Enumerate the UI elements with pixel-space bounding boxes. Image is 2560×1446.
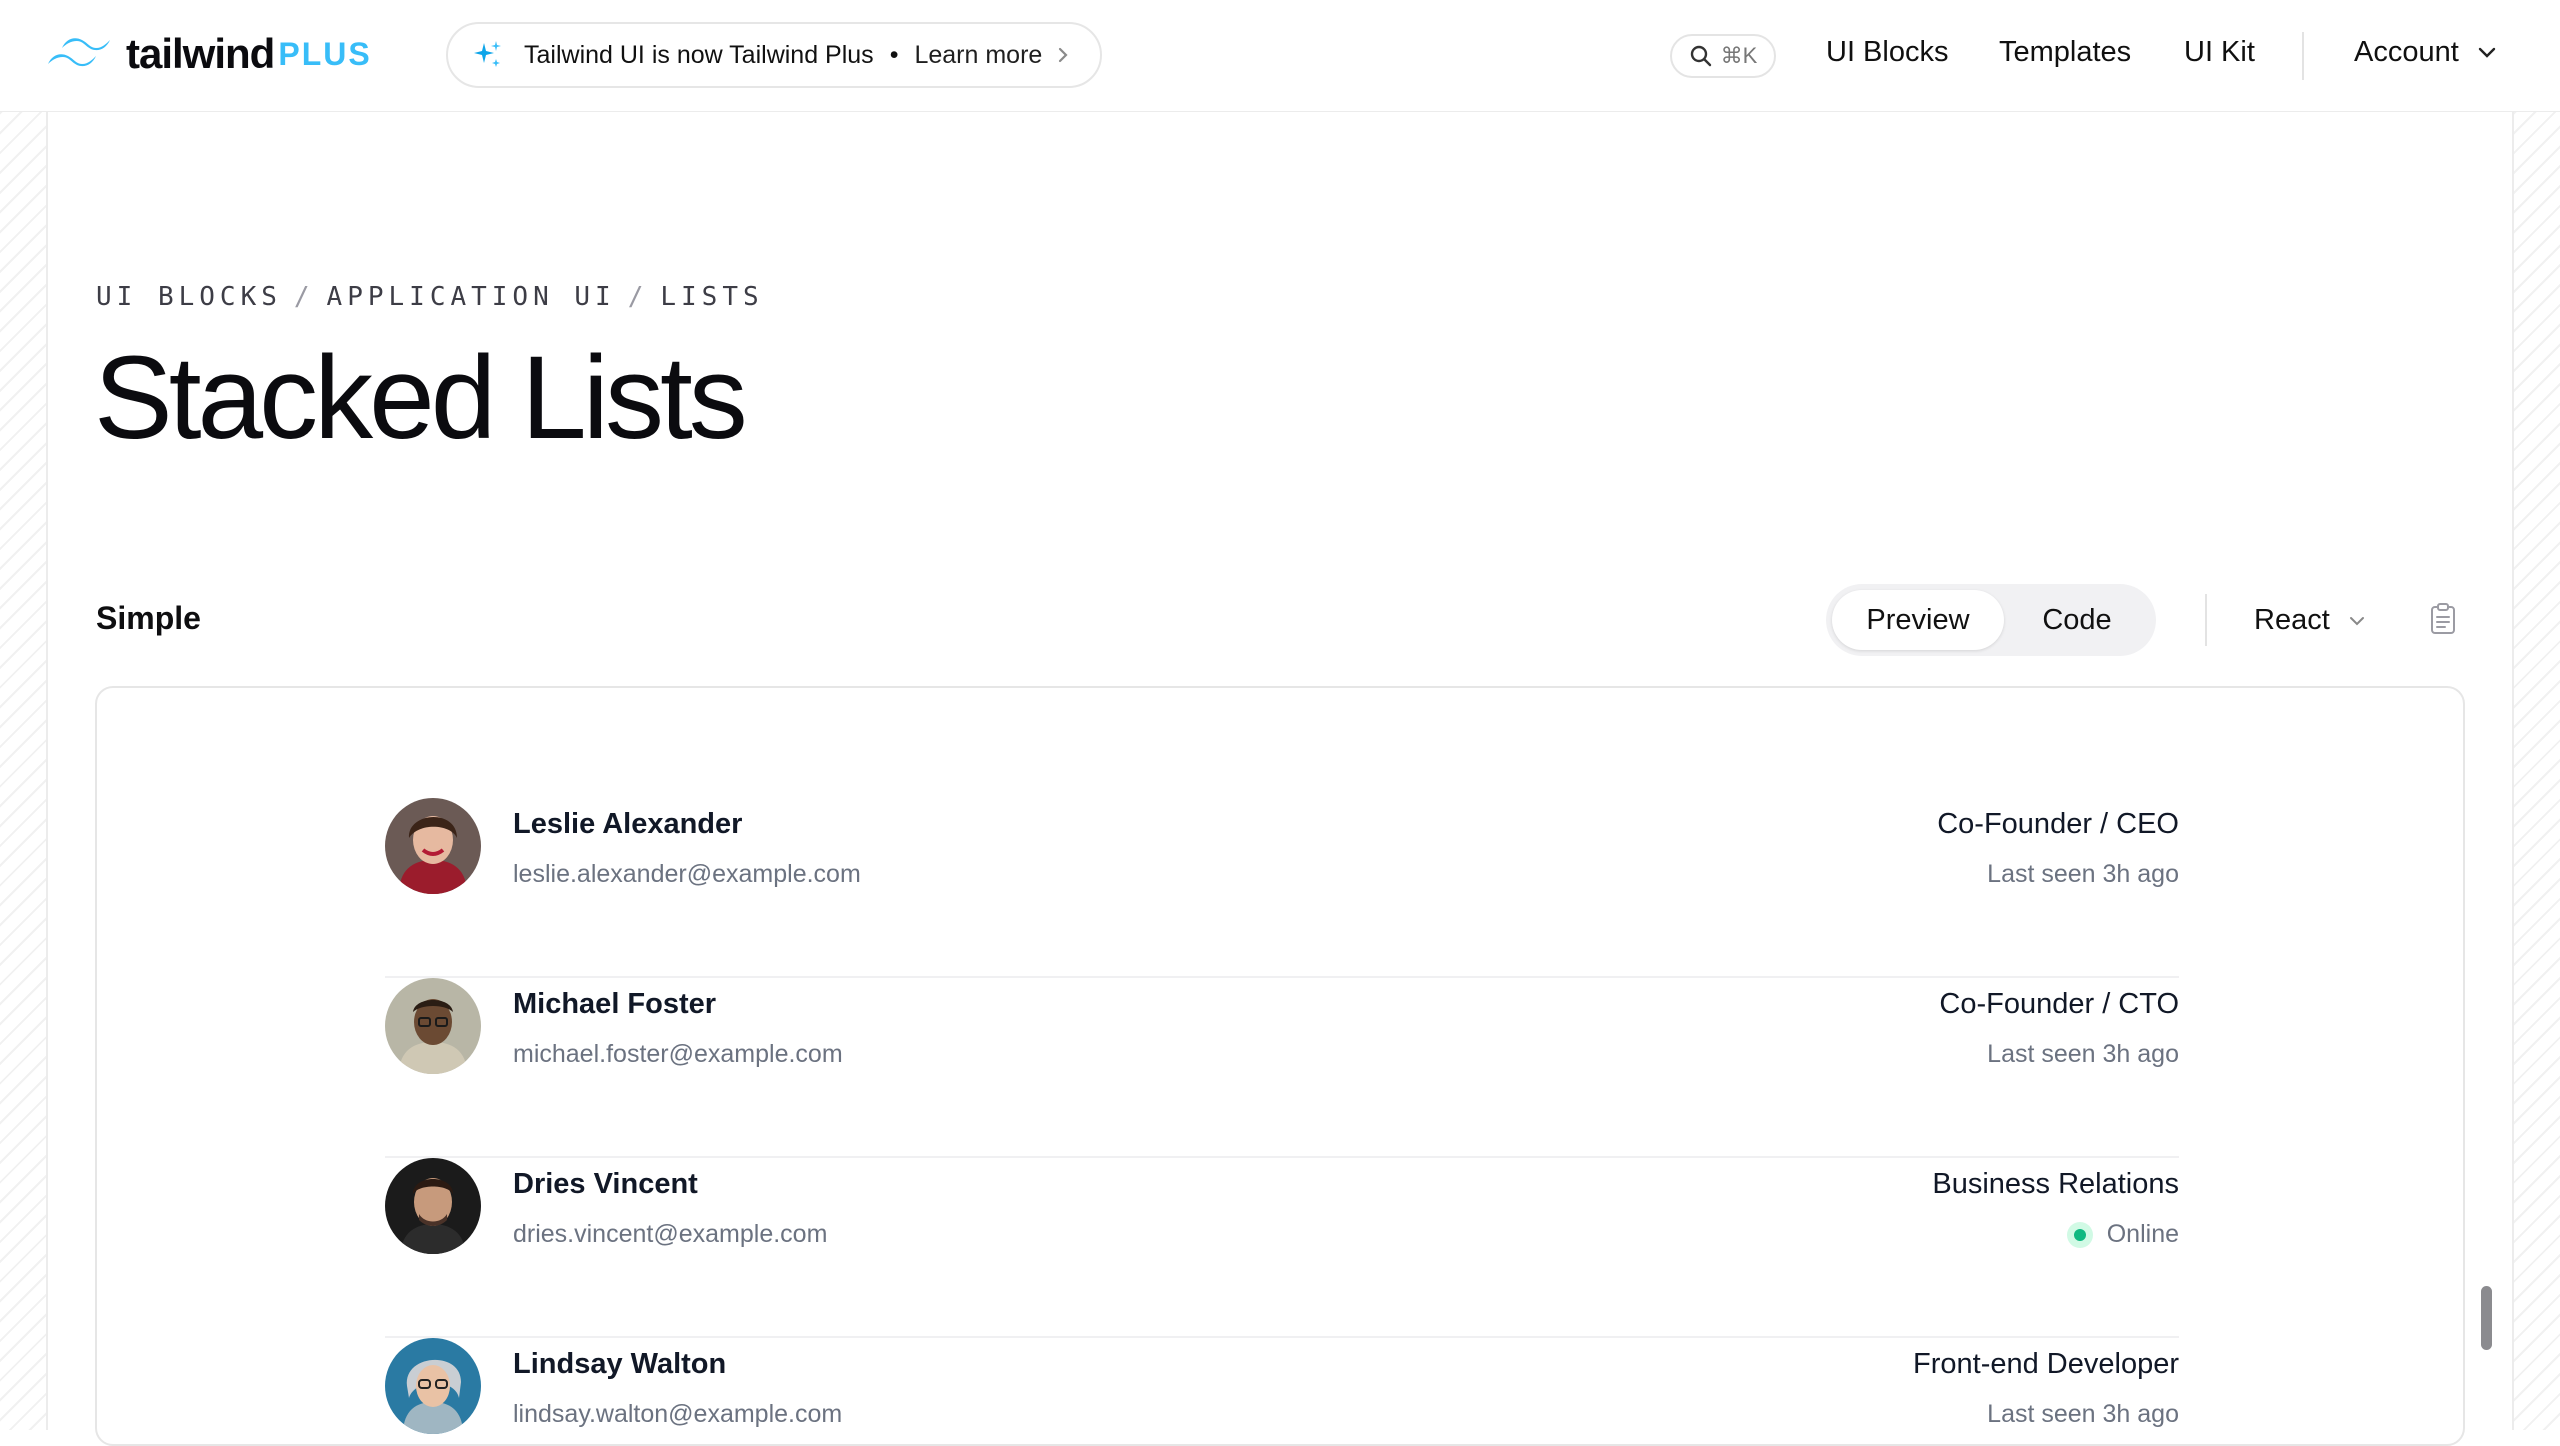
- breadcrumb-separator: /: [293, 282, 315, 312]
- last-seen-text: Last seen 3h ago: [1987, 1400, 2179, 1428]
- online-indicator-icon: [2066, 1221, 2093, 1248]
- preview-code-toggle: Preview Code: [1826, 584, 2156, 656]
- tailwind-plus-logo[interactable]: tailwind PLUS: [46, 30, 372, 78]
- list-item: Leslie Alexander leslie.alexander@exampl…: [385, 798, 2179, 978]
- framework-label: React: [2254, 604, 2330, 636]
- breadcrumb-application-ui[interactable]: APPLICATION UI: [327, 282, 616, 312]
- framework-select[interactable]: React: [2254, 604, 2366, 637]
- clipboard-icon: [2431, 603, 2455, 634]
- person-email: michael.foster@example.com: [513, 1040, 843, 1068]
- nav-ui-blocks[interactable]: UI Blocks: [1826, 36, 1948, 69]
- avatar: [385, 1338, 481, 1434]
- person-last-seen: Last seen 3h ago: [1987, 1040, 2179, 1069]
- learn-more-link[interactable]: Learn more: [914, 41, 1042, 70]
- announcement-pill[interactable]: Tailwind UI is now Tailwind Plus • Learn…: [446, 22, 1102, 88]
- person-role: Co-Founder / CTO: [1939, 988, 2179, 1020]
- announcement-separator: •: [889, 40, 899, 69]
- search-shortcut: ⌘K: [1720, 43, 1758, 68]
- breadcrumb-lists: LISTS: [660, 282, 764, 312]
- nav-templates[interactable]: Templates: [1999, 36, 2131, 69]
- chevron-down-icon: [2349, 616, 2364, 625]
- last-seen-text: Last seen 3h ago: [1987, 1040, 2179, 1068]
- right-hatched-rail: [2512, 112, 2560, 1430]
- list-item: Dries Vincent dries.vincent@example.com …: [385, 1158, 2179, 1338]
- search-button[interactable]: ⌘K: [1670, 34, 1776, 78]
- person-role: Business Relations: [1932, 1168, 2179, 1200]
- avatar: [385, 798, 481, 894]
- breadcrumb-ui-blocks[interactable]: UI BLOCKS: [96, 282, 282, 312]
- breadcrumb-separator: /: [627, 282, 649, 312]
- tailwind-logo-icon: [48, 38, 110, 67]
- logo-plus: PLUS: [278, 35, 372, 72]
- person-email: lindsay.walton@example.com: [513, 1400, 843, 1428]
- nav-divider: [2302, 32, 2304, 80]
- online-text: Online: [2106, 1220, 2179, 1248]
- person-email: dries.vincent@example.com: [513, 1220, 828, 1248]
- chevron-down-icon: [2478, 47, 2495, 58]
- person-last-seen: Last seen 3h ago: [1987, 1400, 2179, 1429]
- people-list: Leslie Alexander leslie.alexander@exampl…: [385, 798, 2179, 1444]
- person-name: Dries Vincent: [513, 1168, 698, 1200]
- tab-code[interactable]: Code: [2004, 590, 2150, 650]
- search-icon: [1690, 45, 1711, 67]
- page-scrollbar[interactable]: [2481, 1286, 2492, 1350]
- avatar: [385, 1158, 481, 1254]
- person-email: leslie.alexander@example.com: [513, 860, 861, 888]
- section-title: Simple: [96, 600, 201, 636]
- last-seen-text: Last seen 3h ago: [1987, 860, 2179, 888]
- account-menu[interactable]: Account: [2354, 36, 2497, 69]
- account-label: Account: [2354, 36, 2459, 68]
- person-name: Leslie Alexander: [513, 808, 743, 840]
- avatar: [385, 978, 481, 1074]
- person-role: Front-end Developer: [1913, 1348, 2179, 1380]
- left-hatched-rail: [0, 112, 48, 1430]
- person-role: Co-Founder / CEO: [1937, 808, 2179, 840]
- tab-preview[interactable]: Preview: [1832, 590, 2004, 650]
- toolbar-divider: [2205, 594, 2207, 646]
- breadcrumb: UI BLOCKS / APPLICATION UI / LISTS: [96, 282, 764, 312]
- person-online-status: Online: [2066, 1220, 2179, 1249]
- preview-panel: Leslie Alexander leslie.alexander@exampl…: [95, 686, 2465, 1446]
- person-name: Lindsay Walton: [513, 1348, 727, 1380]
- page-title: Stacked Lists: [94, 332, 748, 464]
- list-item: Michael Foster michael.foster@example.co…: [385, 978, 2179, 1158]
- nav-ui-kit[interactable]: UI Kit: [2184, 36, 2255, 69]
- chevron-right-icon: [1059, 47, 1068, 63]
- logo-wordmark: tailwind: [126, 30, 275, 77]
- announcement-text: Tailwind UI is now Tailwind Plus: [524, 40, 874, 69]
- sparkles-icon: [474, 41, 501, 67]
- top-navbar: tailwind PLUS Tailwind UI is now Tailwin…: [0, 0, 2560, 112]
- person-name: Michael Foster: [513, 988, 717, 1020]
- copy-button[interactable]: [2428, 602, 2458, 641]
- person-last-seen: Last seen 3h ago: [1987, 860, 2179, 889]
